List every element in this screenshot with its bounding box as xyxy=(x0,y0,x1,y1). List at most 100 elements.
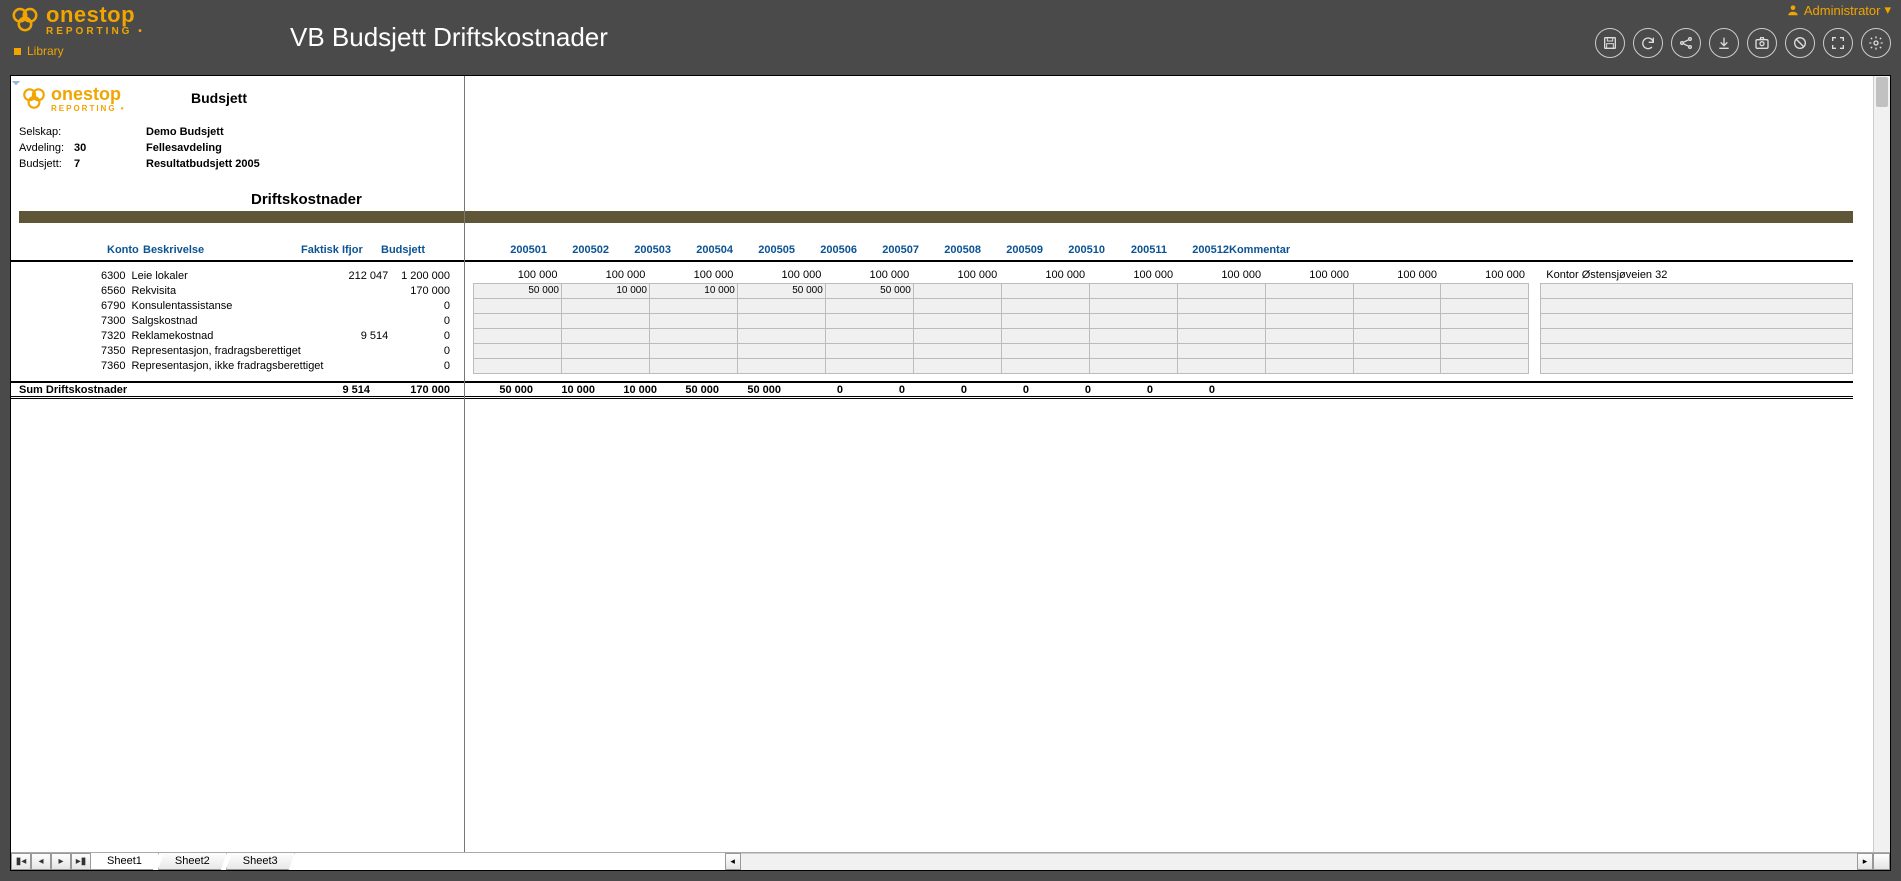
month-input-cell[interactable] xyxy=(561,328,649,343)
month-input-cell[interactable] xyxy=(1441,313,1529,328)
scroll-right-button[interactable]: ▸ xyxy=(1857,853,1873,870)
month-input-cell[interactable] xyxy=(649,343,737,358)
month-input-cell[interactable] xyxy=(1265,283,1353,298)
month-input-cell[interactable]: 50 000 xyxy=(474,283,562,298)
month-input-cell[interactable] xyxy=(1441,298,1529,313)
refresh-button[interactable] xyxy=(1633,28,1663,58)
month-input-cell[interactable] xyxy=(1353,343,1441,358)
disable-button[interactable] xyxy=(1785,28,1815,58)
kommentar-input-cell[interactable] xyxy=(1540,313,1852,328)
sheet-tab[interactable]: Sheet2 xyxy=(158,853,227,870)
user-menu[interactable]: Administrator ▾ xyxy=(1786,2,1891,18)
month-input-cell[interactable] xyxy=(1089,358,1177,373)
vertical-scrollbar[interactable] xyxy=(1873,76,1890,852)
month-input-cell[interactable] xyxy=(913,358,1001,373)
month-input-cell[interactable] xyxy=(737,313,825,328)
kommentar-input-cell[interactable] xyxy=(1540,283,1852,298)
month-input-cell[interactable] xyxy=(1441,328,1529,343)
snapshot-button[interactable] xyxy=(1747,28,1777,58)
month-input-cell[interactable] xyxy=(1441,283,1529,298)
month-input-cell[interactable] xyxy=(561,358,649,373)
month-input-cell[interactable] xyxy=(825,328,913,343)
share-button[interactable] xyxy=(1671,28,1701,58)
month-input-cell[interactable] xyxy=(737,298,825,313)
month-input-cell[interactable] xyxy=(1089,313,1177,328)
month-input-cell[interactable] xyxy=(737,358,825,373)
month-input-cell[interactable]: 50 000 xyxy=(737,283,825,298)
month-input-cell[interactable] xyxy=(1089,328,1177,343)
month-input-cell[interactable] xyxy=(474,358,562,373)
month-input-cell[interactable] xyxy=(1265,298,1353,313)
month-input-cell[interactable] xyxy=(1265,343,1353,358)
month-input-cell[interactable] xyxy=(1089,298,1177,313)
month-input-cell[interactable] xyxy=(1001,283,1089,298)
kommentar-input-cell[interactable] xyxy=(1540,343,1852,358)
prev-sheet-button[interactable]: ◂ xyxy=(31,853,51,870)
month-input-cell[interactable] xyxy=(474,343,562,358)
month-input-cell[interactable] xyxy=(649,298,737,313)
fullscreen-button[interactable] xyxy=(1823,28,1853,58)
month-input-cell[interactable] xyxy=(1001,343,1089,358)
month-input-cell[interactable] xyxy=(649,328,737,343)
month-input-cell[interactable] xyxy=(1353,298,1441,313)
month-input-cell[interactable] xyxy=(1001,358,1089,373)
month-input-cell[interactable] xyxy=(474,298,562,313)
month-input-cell[interactable] xyxy=(737,328,825,343)
month-input-cell[interactable] xyxy=(1001,328,1089,343)
month-input-cell[interactable]: 50 000 xyxy=(825,283,913,298)
month-input-cell[interactable] xyxy=(913,313,1001,328)
month-input-cell[interactable] xyxy=(1177,358,1265,373)
month-input-cell[interactable] xyxy=(1089,283,1177,298)
scrollbar-thumb[interactable] xyxy=(1876,77,1888,107)
month-input-cell[interactable] xyxy=(1353,283,1441,298)
month-input-cell[interactable] xyxy=(474,313,562,328)
month-input-cell[interactable] xyxy=(1353,328,1441,343)
next-sheet-button[interactable]: ▸ xyxy=(51,853,71,870)
month-input-cell[interactable] xyxy=(825,298,913,313)
month-input-cell[interactable] xyxy=(1177,328,1265,343)
kommentar-input-cell[interactable] xyxy=(1540,298,1852,313)
month-input-cell[interactable] xyxy=(1089,343,1177,358)
month-input-cell[interactable] xyxy=(913,328,1001,343)
last-sheet-button[interactable]: ▸▮ xyxy=(71,853,91,870)
month-input-cell[interactable] xyxy=(1441,343,1529,358)
month-input-cell[interactable] xyxy=(737,343,825,358)
month-input-cell[interactable] xyxy=(561,298,649,313)
month-input-cell[interactable] xyxy=(1177,313,1265,328)
month-input-cell[interactable] xyxy=(1353,313,1441,328)
save-button[interactable] xyxy=(1595,28,1625,58)
scroll-left-button[interactable]: ◂ xyxy=(725,853,741,870)
month-input-cell[interactable] xyxy=(561,343,649,358)
month-input-cell[interactable] xyxy=(913,343,1001,358)
month-input-cell[interactable]: 10 000 xyxy=(561,283,649,298)
month-input-cell[interactable] xyxy=(1177,298,1265,313)
month-input-cell[interactable] xyxy=(1177,283,1265,298)
month-input-cell[interactable] xyxy=(1001,313,1089,328)
month-input-cell[interactable] xyxy=(913,298,1001,313)
month-input-cell[interactable] xyxy=(913,283,1001,298)
sheet-tab[interactable]: Sheet1 xyxy=(90,853,159,870)
month-input-cell[interactable] xyxy=(825,313,913,328)
month-input-cell[interactable] xyxy=(561,313,649,328)
month-input-cell[interactable] xyxy=(1001,298,1089,313)
month-input-cell[interactable] xyxy=(1441,358,1529,373)
month-input-cell[interactable]: 10 000 xyxy=(649,283,737,298)
sheet-tab[interactable]: Sheet3 xyxy=(226,853,295,870)
settings-button[interactable] xyxy=(1861,28,1891,58)
month-input-cell[interactable] xyxy=(1265,358,1353,373)
kommentar-input-cell[interactable] xyxy=(1540,358,1852,373)
library-link[interactable]: Library xyxy=(14,44,270,58)
download-button[interactable] xyxy=(1709,28,1739,58)
scroll-track[interactable] xyxy=(741,853,1857,870)
month-input-cell[interactable] xyxy=(1353,358,1441,373)
month-input-cell[interactable] xyxy=(1265,328,1353,343)
first-sheet-button[interactable]: ▮◂ xyxy=(11,853,31,870)
month-input-cell[interactable] xyxy=(474,328,562,343)
month-input-cell[interactable] xyxy=(1265,313,1353,328)
month-input-cell[interactable] xyxy=(1177,343,1265,358)
horizontal-scrollbar[interactable]: ◂ ▸ xyxy=(725,853,1873,870)
month-input-cell[interactable] xyxy=(825,343,913,358)
month-input-cell[interactable] xyxy=(825,358,913,373)
month-input-cell[interactable] xyxy=(649,313,737,328)
kommentar-input-cell[interactable] xyxy=(1540,328,1852,343)
